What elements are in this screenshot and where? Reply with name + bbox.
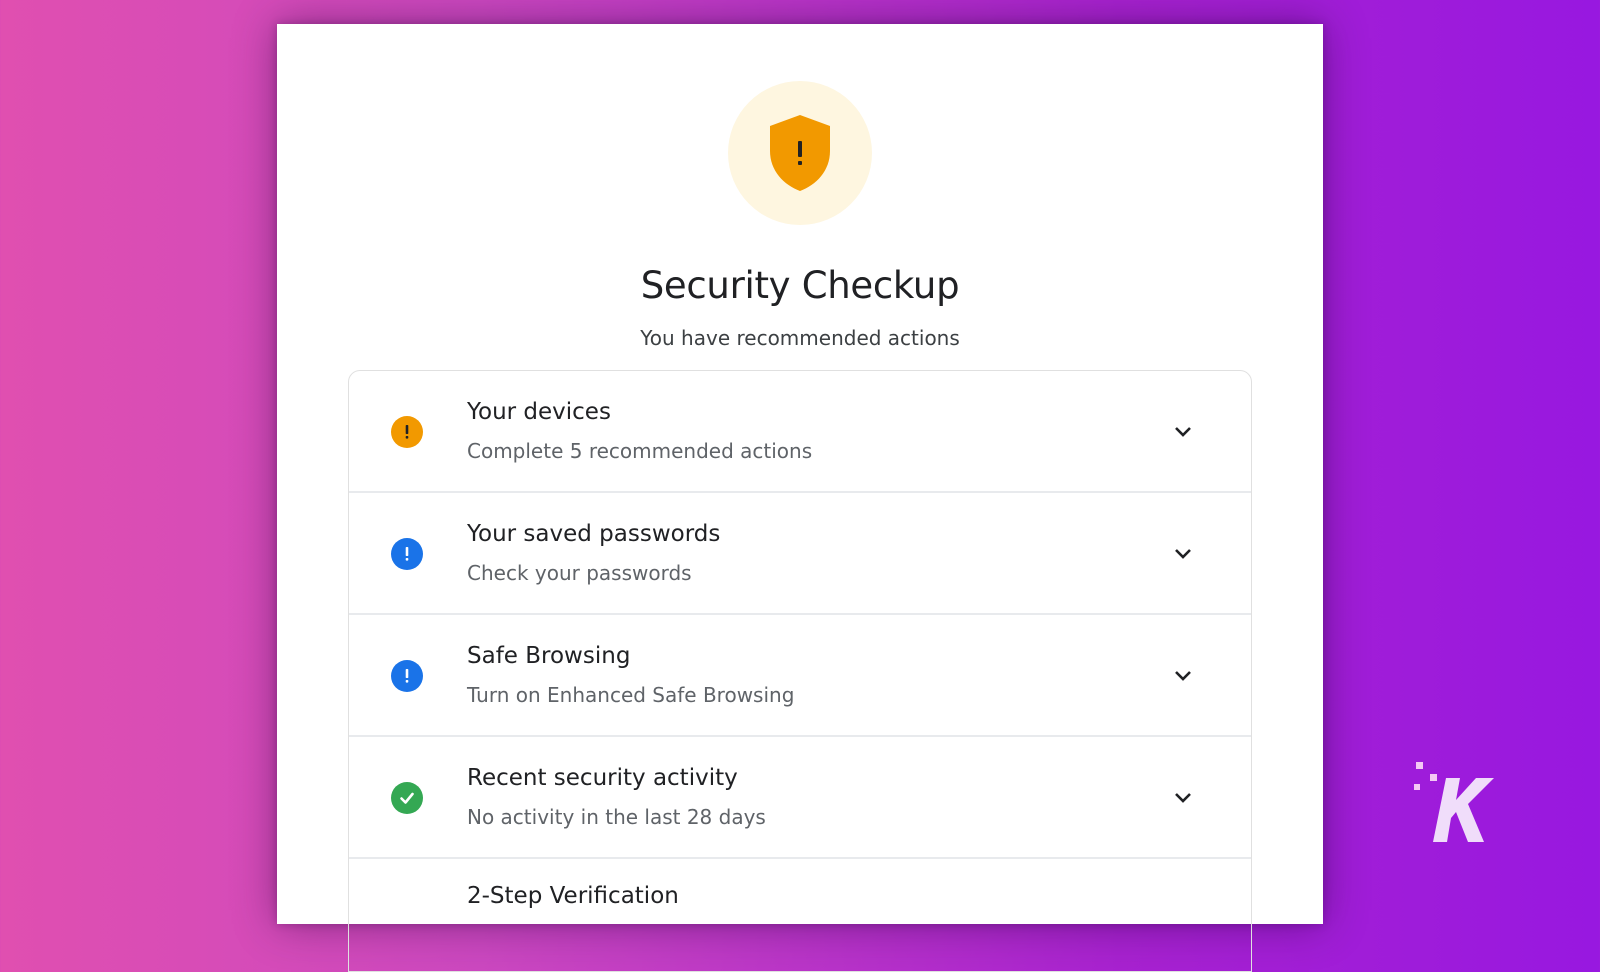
list-item-2-step-verification[interactable]: 2-Step Verification <box>349 859 1251 971</box>
chevron-down-icon[interactable] <box>1171 420 1195 444</box>
list-item-title: Recent security activity <box>467 765 738 791</box>
list-item-subtitle: Turn on Enhanced Safe Browsing <box>467 683 795 707</box>
chevron-down-icon[interactable] <box>1171 786 1195 810</box>
list-item-devices[interactable]: Your devices Complete 5 recommended acti… <box>349 371 1251 493</box>
chevron-down-icon[interactable] <box>1171 542 1195 566</box>
list-item-title: Safe Browsing <box>467 643 631 669</box>
page-subtitle: You have recommended actions <box>640 326 960 350</box>
checkmark-icon <box>400 792 414 804</box>
exclamation-icon <box>405 669 409 683</box>
list-item-title: Your saved passwords <box>467 521 721 547</box>
k-logo-icon <box>1414 762 1494 842</box>
list-item-title: Your devices <box>467 399 611 425</box>
list-item-title: 2-Step Verification <box>467 883 679 909</box>
shield-warning-icon <box>770 115 830 191</box>
list-item-safe-browsing[interactable]: Safe Browsing Turn on Enhanced Safe Brow… <box>349 615 1251 737</box>
security-checkup-card: Security Checkup You have recommended ac… <box>277 24 1323 972</box>
list-item-subtitle: Complete 5 recommended actions <box>467 439 813 463</box>
info-status-icon <box>391 660 423 692</box>
checkup-list: Your devices Complete 5 recommended acti… <box>348 370 1252 972</box>
ok-status-icon <box>391 782 423 814</box>
chevron-down-icon[interactable] <box>1171 664 1195 688</box>
list-item-passwords[interactable]: Your saved passwords Check your password… <box>349 493 1251 615</box>
list-item-subtitle: Check your passwords <box>467 561 692 585</box>
exclamation-icon <box>405 547 409 561</box>
info-status-icon <box>391 538 423 570</box>
warning-status-icon <box>391 416 423 448</box>
shield-badge <box>728 81 872 225</box>
list-item-security-activity[interactable]: Recent security activity No activity in … <box>349 737 1251 859</box>
exclamation-icon <box>405 425 409 439</box>
page-title: Security Checkup <box>640 264 960 307</box>
list-item-subtitle: No activity in the last 28 days <box>467 805 766 829</box>
